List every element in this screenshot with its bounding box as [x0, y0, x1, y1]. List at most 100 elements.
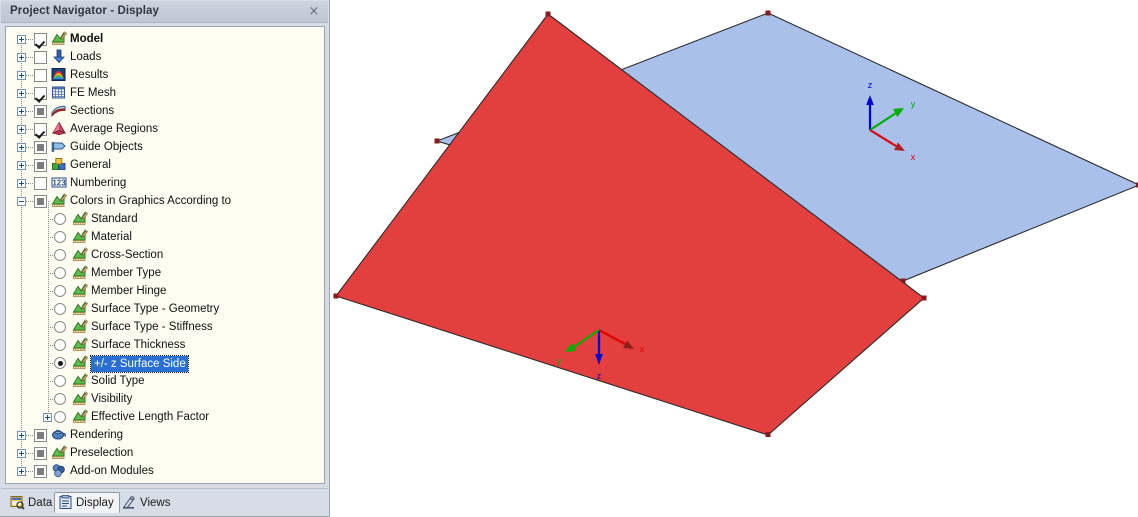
radio-off[interactable]: [54, 411, 66, 423]
checkbox-checked[interactable]: [34, 86, 47, 100]
tree-item-general[interactable]: General: [6, 156, 324, 174]
radio-off[interactable]: [54, 375, 66, 387]
general-icon: [52, 158, 66, 170]
checkbox-gray[interactable]: [34, 140, 47, 154]
tree-item-label: Effective Length Factor: [91, 411, 210, 423]
tree-item-label: Loads: [70, 51, 102, 63]
tree-item-guide-objects[interactable]: Guide Objects: [6, 138, 324, 156]
tree-item-z-surface-side[interactable]: +/- z Surface Side: [6, 354, 324, 373]
tree-item-fe-mesh[interactable]: FE Mesh: [6, 84, 324, 102]
expand-icon[interactable]: [17, 431, 26, 440]
tree-item-rendering[interactable]: Rendering: [6, 426, 324, 444]
tree-item-member-type[interactable]: Member Type: [6, 264, 324, 282]
checkbox-checked[interactable]: [34, 122, 47, 136]
tree-item-surface-type-geometry[interactable]: Surface Type - Geometry: [6, 300, 324, 318]
node-point: [921, 295, 927, 301]
tree-item-numbering[interactable]: 123 Numbering: [6, 174, 324, 192]
tree-item-icon: [51, 192, 67, 208]
node-point: [434, 138, 440, 144]
tree-item-surface-type-stiffness[interactable]: Surface Type - Stiffness: [6, 318, 324, 336]
expand-icon[interactable]: [43, 413, 52, 422]
tree-item-preselection[interactable]: Preselection: [6, 444, 324, 462]
tab-display[interactable]: Display: [54, 492, 120, 513]
tree-item-results[interactable]: Results: [6, 66, 324, 84]
tree-item-icon: [72, 300, 88, 316]
expand-icon[interactable]: [17, 179, 26, 188]
tree-item-material[interactable]: Material: [6, 228, 324, 246]
checkbox-unchecked[interactable]: [34, 176, 47, 190]
expand-icon[interactable]: [17, 89, 26, 98]
tree-item-add-on-modules[interactable]: Add-on Modules: [6, 462, 324, 480]
tree-guide-line: [26, 165, 33, 166]
tree-item-icon: [72, 282, 88, 298]
tree-item-icon: [51, 139, 67, 153]
graphics-viewport[interactable]: z y x z y x: [331, 0, 1138, 517]
tree-item-icon: 123: [51, 175, 67, 189]
expand-icon[interactable]: [17, 35, 26, 44]
radio-off[interactable]: [54, 303, 66, 315]
checkbox-gray[interactable]: [34, 158, 47, 172]
navigator-tree-container[interactable]: Model Loads Results FE Mesh Sections Average …: [5, 26, 325, 484]
checkbox-gray[interactable]: [34, 194, 47, 208]
tree-item-surface-thickness[interactable]: Surface Thickness: [6, 336, 324, 354]
expand-icon[interactable]: [17, 161, 26, 170]
radio-off[interactable]: [54, 393, 66, 405]
tree-item-label: Member Hinge: [91, 285, 167, 297]
tree-item-member-hinge[interactable]: Member Hinge: [6, 282, 324, 300]
navigator-tree[interactable]: Model Loads Results FE Mesh Sections Average …: [6, 27, 324, 483]
radio-off[interactable]: [54, 231, 66, 243]
expand-icon[interactable]: [17, 53, 26, 62]
tree-item-solid-type[interactable]: Solid Type: [6, 372, 324, 390]
tree-item-model[interactable]: Model: [6, 30, 324, 48]
checkbox-gray[interactable]: [34, 428, 47, 442]
checkbox-unchecked[interactable]: [34, 68, 47, 82]
expand-icon[interactable]: [17, 107, 26, 116]
radio-on[interactable]: [54, 357, 66, 369]
checkbox-unchecked[interactable]: [34, 50, 47, 64]
guide-objects-icon: [51, 142, 66, 152]
expand-icon[interactable]: [17, 449, 26, 458]
checkbox-gray[interactable]: [34, 464, 47, 478]
radio-off[interactable]: [54, 249, 66, 261]
expand-icon[interactable]: [17, 71, 26, 80]
collapse-icon[interactable]: [17, 197, 26, 206]
radio-off[interactable]: [54, 213, 66, 225]
tree-guide-line: [26, 453, 33, 454]
checkbox-checked[interactable]: [34, 32, 47, 46]
tree-item-colors-in-graphics-according-to[interactable]: Colors in Graphics According to: [6, 192, 324, 210]
tree-item-icon: [51, 121, 67, 136]
axis-y-label: y: [911, 99, 916, 109]
tree-item-visibility[interactable]: Visibility: [6, 390, 324, 408]
tree-guide-line: [26, 93, 33, 94]
model-icon: [51, 30, 67, 46]
expand-icon[interactable]: [17, 467, 26, 476]
radio-off[interactable]: [54, 267, 66, 279]
panel-tab-strip: Data Display Views: [1, 488, 328, 515]
panel-title: Project Navigator - Display: [10, 5, 160, 17]
tab-data[interactable]: Data: [7, 492, 57, 513]
tree-item-loads[interactable]: Loads: [6, 48, 324, 66]
checkbox-gray[interactable]: [34, 104, 47, 118]
checkbox-gray[interactable]: [34, 446, 47, 460]
tree-item-cross-section[interactable]: Cross-Section: [6, 246, 324, 264]
tree-item-sections[interactable]: Sections: [6, 102, 324, 120]
tree-item-effective-length-factor[interactable]: Effective Length Factor: [6, 408, 324, 426]
tree-item-average-regions[interactable]: Average Regions: [6, 120, 324, 138]
tree-item-standard[interactable]: Standard: [6, 210, 324, 228]
tree-guide-line: [26, 75, 33, 76]
radio-off[interactable]: [54, 339, 66, 351]
tree-item-icon: [51, 103, 67, 117]
close-icon[interactable]: ×: [307, 5, 321, 19]
expand-icon[interactable]: [17, 143, 26, 152]
expand-icon[interactable]: [17, 125, 26, 134]
colors-icon: [72, 318, 88, 334]
tab-views[interactable]: Views: [119, 492, 175, 513]
radio-off[interactable]: [54, 285, 66, 297]
svg-text:123: 123: [52, 179, 66, 188]
radio-off[interactable]: [54, 321, 66, 333]
tree-item-icon: [72, 264, 88, 280]
average-regions-icon: [51, 121, 67, 136]
tree-item-icon: [51, 67, 67, 81]
addon-modules-icon: [52, 464, 65, 477]
tree-item-icon: [72, 372, 88, 388]
